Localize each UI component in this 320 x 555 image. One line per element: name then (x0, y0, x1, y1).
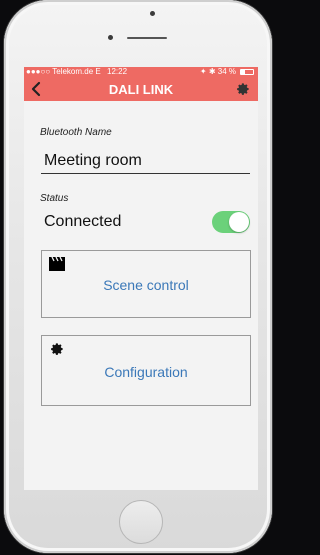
status-value: Connected (44, 213, 122, 230)
connection-toggle[interactable] (212, 211, 250, 233)
status-label: Status (40, 193, 69, 204)
configuration-button[interactable]: Configuration (41, 335, 251, 406)
bluetooth-name-field[interactable]: Meeting room (44, 152, 142, 170)
earpiece-speaker (127, 37, 167, 39)
battery-icon (240, 69, 254, 75)
clapperboard-icon (49, 257, 65, 271)
battery-percent: ✦ ✱ 34 % (199, 67, 236, 76)
front-camera (108, 35, 113, 40)
app-screen: ●●●○○ Telekom.de E 12:22 ✦ ✱ 34 % DALI L… (24, 67, 258, 490)
status-bar: ●●●○○ Telekom.de E 12:22 ✦ ✱ 34 % (24, 67, 258, 77)
scene-control-label: Scene control (103, 277, 189, 293)
home-button[interactable] (119, 500, 163, 544)
battery-level (241, 70, 246, 74)
carrier-label: ●●●○○ Telekom.de E (26, 67, 101, 76)
nav-bar: DALI LINK (24, 77, 258, 101)
page-title: DALI LINK (108, 82, 174, 97)
bluetooth-name-underline (41, 173, 250, 174)
gear-icon (51, 343, 63, 355)
phone-frame: ●●●○○ Telekom.de E 12:22 ✦ ✱ 34 % DALI L… (4, 0, 272, 553)
clock: 12:22 (107, 67, 128, 76)
bluetooth-name-label: Bluetooth Name (40, 127, 112, 138)
sensor-dot (150, 11, 155, 16)
scene-control-button[interactable]: Scene control (41, 250, 251, 318)
gear-icon[interactable] (236, 82, 250, 96)
toggle-knob (229, 212, 249, 232)
configuration-label: Configuration (104, 364, 188, 380)
